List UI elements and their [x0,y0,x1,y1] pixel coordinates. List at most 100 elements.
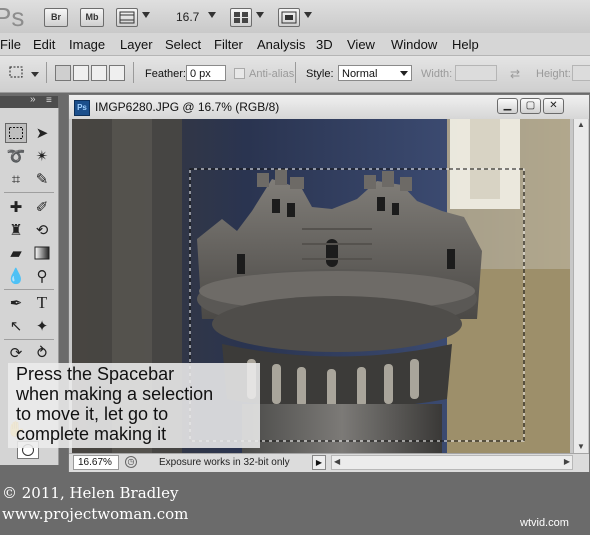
path-selection-tool[interactable]: ↖ [5,316,27,336]
scroll-left-icon[interactable]: ◀ [334,457,340,466]
watermark-text: wtvid.com [520,517,569,529]
menu-window[interactable]: Window [391,37,437,52]
arrange-documents-button[interactable] [230,8,252,27]
history-brush-tool[interactable]: ⟲ [31,220,53,240]
brush-icon: ✐ [35,199,49,216]
zoom-percent-field[interactable]: 16.67% [73,455,119,470]
restore-icon: ▢ [525,100,536,111]
options-divider [133,62,134,83]
move-tool[interactable]: ➤ [31,123,53,143]
width-input[interactable] [455,65,497,81]
magic-wand-icon: ✴ [35,148,49,165]
play-arrow-icon: ▶ [315,458,323,467]
custom-shape-tool[interactable]: ✦ [31,316,53,336]
panel-menu-icon[interactable]: ≡ [46,95,52,106]
gradient-icon [34,246,50,260]
height-input[interactable] [572,65,590,81]
pen-tool[interactable]: ✒ [5,293,27,313]
3d-orbit-tool[interactable]: ⥁ [31,343,53,363]
eraser-icon: ▰ [10,245,22,262]
menu-file[interactable]: File [0,37,21,52]
arrange-dropdown[interactable] [256,12,264,18]
screen-mode-icon [281,11,297,24]
scroll-down-icon[interactable]: ▼ [577,442,585,451]
feather-input[interactable]: 0 px [186,65,226,81]
3d-rotate-icon: ⟳ [9,345,23,362]
status-info-icon[interactable]: ◷ [125,456,137,468]
website-text: www.projectwoman.com [2,505,189,523]
tool-preset-dropdown[interactable] [31,72,39,77]
minimize-icon: ▁ [503,100,512,111]
chevron-down-icon [400,71,408,76]
callout-line: to move it, let go to [16,404,169,424]
screen-mode-button[interactable] [278,8,300,27]
history-brush-icon: ⟲ [35,222,49,239]
eraser-tool[interactable]: ▰ [5,243,27,263]
type-tool[interactable]: T [31,293,53,313]
dodge-tool[interactable]: ⚲ [31,266,53,286]
healing-brush-icon: ✚ [9,199,23,216]
rectangle-marquee-icon [9,66,23,78]
menu-filter[interactable]: Filter [214,37,243,52]
options-bar: Feather: 0 px Anti-alias Style: Normal W… [0,56,590,93]
film-strip-icon [119,11,135,24]
style-select-value: Normal [342,68,378,80]
view-extras-button[interactable] [116,8,138,27]
minimize-button[interactable]: ▁ [497,98,518,114]
tools-panel-header[interactable]: » ≡ [0,94,58,108]
brush-tool[interactable]: ✐ [31,197,53,217]
tools-divider [4,192,54,193]
callout-text: Press the Spacebar when making a selecti… [16,364,266,444]
rectangle-marquee-tool[interactable] [5,123,27,143]
vertical-scrollbar[interactable]: ▲ ▼ [573,119,588,453]
menu-view[interactable]: View [347,37,375,52]
shape-icon: ✦ [35,318,49,335]
maximize-button[interactable]: ▢ [520,98,541,114]
status-menu-button[interactable]: ▶ [312,455,326,470]
new-selection-button[interactable] [55,65,71,81]
healing-brush-tool[interactable]: ✚ [5,197,27,217]
menu-edit[interactable]: Edit [33,37,55,52]
screen-mode-dropdown[interactable] [304,12,312,18]
style-label: Style: [306,68,334,80]
menu-image[interactable]: Image [69,37,105,52]
collapse-panel-icon[interactable]: » [30,94,36,105]
scroll-up-icon[interactable]: ▲ [577,120,585,129]
zoom-level[interactable]: 16.7 [176,10,199,24]
eyedropper-tool[interactable]: ✎ [31,169,53,189]
antialias-checkbox[interactable] [234,68,245,79]
intersect-selection-button[interactable] [109,65,125,81]
3d-rotate-tool[interactable]: ⟳ [5,343,27,363]
width-label: Width: [421,68,453,80]
clone-stamp-tool[interactable]: ♜ [5,220,27,240]
crop-tool[interactable]: ⌗ [5,169,27,189]
launch-mini-bridge-button[interactable]: Mb [80,8,104,27]
swap-dimensions-icon[interactable]: ⇄ [510,67,520,81]
menu-3d[interactable]: 3D [316,37,333,52]
document-status-bar: 16.67% ◷ Exposure works in 32-bit only ▶… [69,453,589,472]
move-icon: ➤ [35,125,49,142]
arrange-grid-icon [234,12,248,23]
tool-preset-picker[interactable] [8,64,24,80]
menu-bar: File Edit Image Layer Select Filter Anal… [0,33,590,56]
horizontal-scrollbar[interactable]: ◀ ▶ [331,455,573,470]
style-select[interactable]: Normal [338,65,412,81]
scroll-right-icon[interactable]: ▶ [564,457,570,466]
zoom-dropdown[interactable] [208,12,216,18]
add-to-selection-button[interactable] [73,65,89,81]
subtract-from-selection-button[interactable] [91,65,107,81]
menu-analysis[interactable]: Analysis [257,37,305,52]
gradient-tool[interactable] [31,243,53,263]
view-extras-dropdown[interactable] [142,12,150,18]
path-selection-icon: ↖ [9,318,23,335]
menu-layer[interactable]: Layer [120,37,153,52]
close-button[interactable]: ✕ [543,98,564,114]
document-title-bar[interactable]: Ps IMGP6280.JPG @ 16.7% (RGB/8) ▁ ▢ ✕ [69,95,589,119]
magic-wand-tool[interactable]: ✴ [31,146,53,166]
blur-tool[interactable]: 💧 [5,266,27,286]
launch-bridge-button[interactable]: Br [44,8,68,27]
lasso-tool[interactable]: ➰ [5,146,27,166]
antialias-label: Anti-alias [249,68,295,80]
menu-help[interactable]: Help [452,37,479,52]
menu-select[interactable]: Select [165,37,201,52]
